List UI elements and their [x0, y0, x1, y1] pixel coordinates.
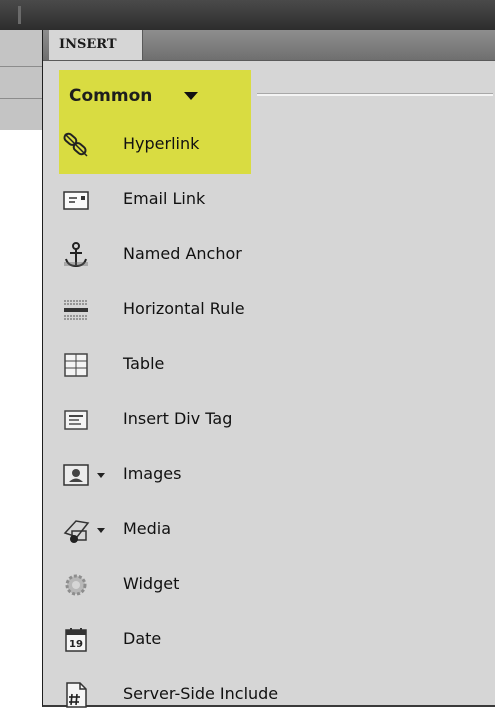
item-label: Email Link — [123, 189, 206, 208]
item-label: Named Anchor — [123, 244, 242, 263]
category-selector[interactable]: Common — [69, 86, 152, 106]
item-label: Date — [123, 629, 162, 648]
category-divider — [257, 93, 493, 96]
insert-item-widget[interactable]: Widget — [59, 560, 479, 610]
item-label: Insert Div Tag — [123, 409, 233, 428]
item-label: Server-Side Include — [123, 684, 279, 703]
item-label: Table — [123, 354, 165, 373]
horizontal-rule-icon — [61, 295, 91, 325]
divider-line — [0, 66, 42, 67]
panel-tab-bar: INSERT — [43, 30, 495, 61]
insert-item-images[interactable]: Images — [59, 450, 479, 500]
server-side-include-icon — [61, 680, 91, 710]
insert-item-email-link[interactable]: Email Link — [59, 175, 479, 225]
chevron-down-icon[interactable] — [97, 473, 105, 478]
grip-handle[interactable] — [18, 6, 21, 24]
divider-line — [0, 98, 42, 99]
tab-insert[interactable]: INSERT — [49, 30, 143, 60]
insert-item-horizontal-rule[interactable]: Horizontal Rule — [59, 285, 479, 335]
chevron-down-icon[interactable] — [97, 528, 105, 533]
insert-item-table[interactable]: Table — [59, 340, 479, 390]
media-icon — [61, 515, 91, 545]
insert-item-media[interactable]: Media — [59, 505, 479, 555]
document-area — [0, 30, 42, 130]
insert-item-div-tag[interactable]: Insert Div Tag — [59, 395, 479, 445]
widget-icon — [61, 570, 91, 600]
table-icon — [61, 350, 91, 380]
email-link-icon — [61, 185, 91, 215]
insert-panel: INSERT Common Hyperlink Email Link Named… — [42, 30, 495, 708]
application-title-bar — [0, 0, 495, 30]
item-label: Images — [123, 464, 182, 483]
hyperlink-icon — [61, 130, 91, 160]
item-label: Media — [123, 519, 172, 538]
date-day: 19 — [69, 639, 83, 650]
insert-item-date[interactable]: 19 Date — [59, 615, 479, 665]
item-label: Horizontal Rule — [123, 299, 245, 318]
item-label: Widget — [123, 574, 180, 593]
insert-item-server-side-include[interactable]: Server-Side Include — [59, 670, 479, 720]
date-icon: 19 — [61, 625, 91, 655]
insert-item-named-anchor[interactable]: Named Anchor — [59, 230, 479, 280]
div-tag-icon — [61, 405, 91, 435]
images-icon — [61, 460, 91, 490]
insert-item-hyperlink[interactable]: Hyperlink — [59, 120, 479, 170]
named-anchor-icon — [61, 240, 91, 270]
item-label: Hyperlink — [123, 134, 200, 153]
chevron-down-icon[interactable] — [184, 92, 198, 100]
